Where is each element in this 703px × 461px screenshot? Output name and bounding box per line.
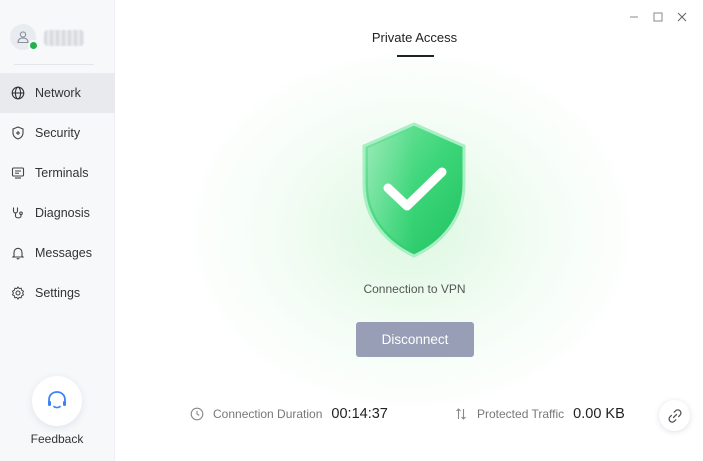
sidebar-item-label: Diagnosis [35, 206, 90, 220]
duration-label: Connection Duration [213, 407, 323, 421]
duration-stat: Connection Duration 00:14:37 [190, 406, 388, 422]
user-profile[interactable] [10, 24, 100, 54]
stethoscope-icon [11, 206, 25, 220]
sidebar-nav: Network Security Terminals Diagnosis Mes… [0, 73, 115, 313]
disconnect-button[interactable]: Disconnect [356, 322, 474, 357]
username-redacted [44, 30, 84, 46]
sidebar-item-label: Messages [35, 246, 92, 260]
transfer-arrows-icon [454, 407, 468, 421]
duration-value: 00:14:37 [331, 406, 388, 422]
sidebar-item-network[interactable]: Network [0, 73, 115, 113]
shield-plus-icon [11, 126, 25, 140]
clock-icon [190, 407, 204, 421]
globe-icon [11, 86, 25, 100]
gear-icon [11, 286, 25, 300]
sidebar-item-diagnosis[interactable]: Diagnosis [0, 193, 115, 233]
sidebar-divider [14, 64, 94, 65]
sidebar-item-label: Network [35, 86, 81, 100]
tab-private-access[interactable]: Private Access [116, 30, 703, 45]
link-icon [667, 408, 682, 423]
feedback-label: Feedback [30, 432, 84, 446]
shield-check-icon [362, 122, 466, 258]
sidebar: Network Security Terminals Diagnosis Mes… [0, 0, 115, 461]
sidebar-item-messages[interactable]: Messages [0, 233, 115, 273]
app-window: Network Security Terminals Diagnosis Mes… [0, 0, 703, 461]
terminals-icon [11, 166, 25, 180]
connection-stats: Connection Duration 00:14:37 Protected T… [116, 406, 703, 426]
sidebar-item-terminals[interactable]: Terminals [0, 153, 115, 193]
link-button[interactable] [659, 400, 690, 431]
sidebar-item-label: Terminals [35, 166, 89, 180]
sidebar-item-label: Security [35, 126, 81, 140]
feedback-button[interactable]: Feedback [24, 376, 90, 446]
traffic-label: Protected Traffic [477, 407, 565, 421]
tab-underline [397, 55, 434, 57]
main-panel: Private Access Connection to VPN Disconn… [116, 0, 703, 461]
headset-icon[interactable] [32, 376, 82, 426]
sidebar-item-label: Settings [35, 286, 81, 300]
traffic-stat: Protected Traffic 0.00 KB [454, 406, 625, 422]
sidebar-item-settings[interactable]: Settings [0, 273, 115, 313]
bell-icon [11, 246, 25, 260]
traffic-value: 0.00 KB [573, 406, 625, 422]
sidebar-item-security[interactable]: Security [0, 113, 115, 153]
online-status-badge [28, 40, 39, 51]
connection-status: Connection to VPN [363, 282, 466, 296]
